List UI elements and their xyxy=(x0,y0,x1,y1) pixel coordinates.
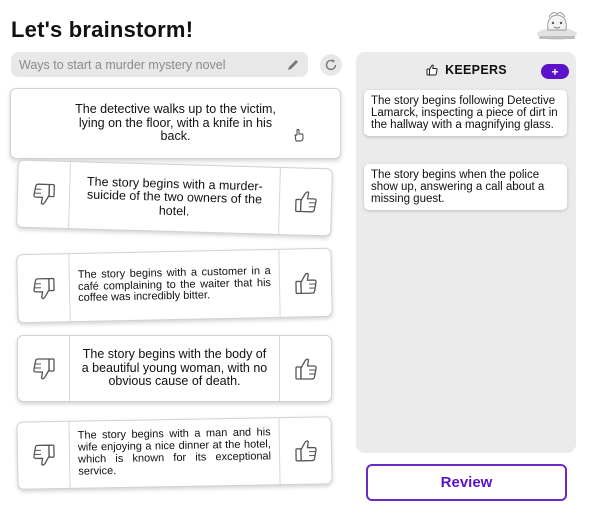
idea-text: The story begins with a customer in a ca… xyxy=(77,264,272,305)
idea-card[interactable]: The story begins with a murder-suicide o… xyxy=(16,159,333,237)
idea-text: The story begins with a man and his wife… xyxy=(77,426,272,478)
thumbs-up-button[interactable] xyxy=(279,336,331,401)
keeper-text: The story begins when the police show up… xyxy=(371,169,545,206)
thumbs-up-button[interactable] xyxy=(278,248,332,317)
review-button[interactable]: Review xyxy=(366,464,567,501)
thumbs-up-icon xyxy=(426,64,438,76)
keeper-text: The story begins following Detective Lam… xyxy=(371,95,558,132)
keepers-title: KEEPERS xyxy=(445,63,507,77)
thumbs-down-button[interactable] xyxy=(17,160,71,229)
thumbs-up-icon xyxy=(294,440,317,462)
idea-card[interactable]: The story begins with the body of a beau… xyxy=(17,335,332,402)
keeper-card[interactable]: The story begins when the police show up… xyxy=(364,164,567,211)
search-placeholder: Ways to start a murder mystery novel xyxy=(19,57,226,72)
current-idea-text: The detective walks up to the victim, ly… xyxy=(75,102,276,144)
pencil-icon[interactable] xyxy=(286,58,300,72)
thumbs-up-icon xyxy=(294,272,317,294)
thumbs-down-icon xyxy=(32,357,55,379)
current-idea-card[interactable]: The detective walks up to the victim, ly… xyxy=(10,88,341,159)
thumbs-up-button[interactable] xyxy=(278,417,332,485)
review-label: Review xyxy=(440,474,493,491)
refresh-icon xyxy=(325,59,337,71)
thumbs-up-icon xyxy=(294,191,317,213)
keeper-card[interactable]: The story begins following Detective Lam… xyxy=(364,90,567,137)
thumbs-down-button[interactable] xyxy=(17,421,71,489)
idea-text: The story begins with a murder-suicide o… xyxy=(86,174,263,219)
add-keeper-button[interactable]: + xyxy=(541,64,569,79)
page-title: Let's brainstorm! xyxy=(11,17,194,42)
idea-text: The story begins with the body of a beau… xyxy=(81,347,268,389)
idea-card[interactable]: The story begins with a customer in a ca… xyxy=(16,247,333,324)
refresh-button[interactable] xyxy=(320,54,342,76)
thumbs-up-button[interactable] xyxy=(278,167,332,236)
thumbs-down-icon xyxy=(32,444,55,466)
keepers-panel: KEEPERS + The story begins following Det… xyxy=(356,52,576,453)
idea-card[interactable]: The story begins with a man and his wife… xyxy=(16,416,333,490)
avatar[interactable] xyxy=(535,8,579,44)
plus-icon: + xyxy=(551,64,559,79)
thumbs-down-button[interactable] xyxy=(18,336,70,401)
avatar-icon xyxy=(537,12,577,40)
cursor-hand-icon xyxy=(294,129,304,142)
thumbs-down-icon xyxy=(32,183,55,205)
thumbs-up-icon xyxy=(294,358,317,380)
thumbs-down-button[interactable] xyxy=(17,254,71,323)
search-input[interactable]: Ways to start a murder mystery novel xyxy=(11,52,308,77)
thumbs-down-icon xyxy=(32,277,55,299)
